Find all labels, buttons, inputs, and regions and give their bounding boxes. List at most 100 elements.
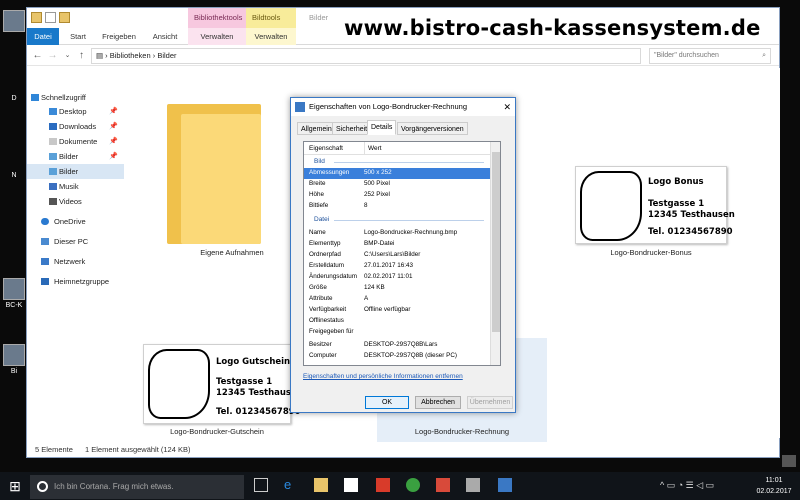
sidebar-item-this-pc[interactable]: Dieser PC [27,234,124,249]
status-bar: 5 Elemente 1 Element ausgewählt (124 KB) [27,441,779,458]
system-tray[interactable]: ^ ▭ ◔ ☰ ◁ ▭ [660,480,714,491]
file-label: Logo-Bondrucker-Rechnung [414,427,510,436]
logo-title: Logo Bonus [648,177,704,187]
breadcrumb-libraries[interactable]: Bibliotheken [110,51,151,60]
sidebar-item-onedrive[interactable]: OneDrive [27,214,124,229]
column-property[interactable]: Eigenschaft [309,142,343,155]
sidebar-item-documents[interactable]: Dokumente 📌 [27,134,124,149]
table-row[interactable]: Größe 124 KB [304,283,492,294]
forward-arrow-icon[interactable]: → [46,49,59,63]
sidebar-item-desktop[interactable]: Desktop 📌 [27,104,124,119]
table-row[interactable]: Offlinestatus [304,316,492,327]
table-row[interactable]: Breite 500 Pixel [304,179,492,190]
breadcrumb[interactable]: ▤ › Bibliotheken › Bilder [91,48,641,64]
logo-title: Logo Gutschein [216,357,291,367]
desktop-icon[interactable] [2,10,26,34]
table-row[interactable]: Höhe 252 Pixel [304,190,492,201]
desktop-icon[interactable]: BC-K [2,278,26,309]
app-icon[interactable] [376,478,390,492]
desktop-icon[interactable]: N [2,172,26,179]
windows-start-icon[interactable]: ⊞ [0,472,30,500]
table-row[interactable]: Verfügbarkeit Offline verfügbar [304,305,492,316]
app-icon[interactable] [436,478,450,492]
sidebar-item-network[interactable]: Netzwerk [27,254,124,269]
tab-view[interactable]: Ansicht [149,28,181,45]
apply-button[interactable]: Übernehmen [467,396,513,409]
task-view-icon[interactable] [254,478,268,492]
app-icon[interactable] [466,478,480,492]
computer-icon [41,238,49,245]
pin-icon[interactable]: 📌 [109,149,118,164]
pin-icon[interactable]: 📌 [109,134,118,149]
back-arrow-icon[interactable]: ← [31,49,44,63]
close-icon[interactable]: ✕ [503,98,511,116]
tab-security[interactable]: Sicherheit [332,122,372,135]
table-row[interactable]: Änderungsdatum 02.02.2017 11:01 [304,272,492,283]
table-row[interactable]: Bittiefe 8 [304,201,492,212]
cortana-search[interactable]: Ich bin Cortana. Frag mich etwas. [30,475,244,499]
sidebar-item-videos[interactable]: Videos [27,194,124,209]
properties-icon[interactable] [45,12,56,23]
table-row[interactable]: Name Logo-Bondrucker-Rechnung.bmp [304,228,492,239]
tab-share[interactable]: Freigeben [99,28,139,45]
pause-icon[interactable] [782,455,796,467]
chrome-icon[interactable] [406,478,420,492]
tab-general[interactable]: Allgemein [297,122,336,135]
pin-icon[interactable]: 📌 [109,104,118,119]
pin-icon[interactable]: 📌 [109,119,118,134]
file-logo-bonus[interactable]: Logo Bonus Testgasse 1 12345 Testhausen … [575,166,735,244]
table-row[interactable]: Attribute A [304,294,492,305]
star-icon [31,94,39,101]
column-value[interactable]: Wert [364,142,382,155]
breadcrumb-pictures[interactable]: Bilder [157,51,176,60]
table-row[interactable]: Elementtyp BMP-Datei [304,239,492,250]
folder-icon[interactable] [31,12,42,23]
tab-manage-picture[interactable]: Verwalten [246,28,296,45]
explorer-icon[interactable] [314,478,328,492]
status-selected: 1 Element ausgewählt (124 KB) [85,445,191,454]
ok-button[interactable]: OK [365,396,409,409]
tab-start[interactable]: Start [65,28,91,45]
tab-file[interactable]: Datei [27,28,59,45]
remove-properties-link[interactable]: Eigenschaften und persönliche Informatio… [303,373,463,380]
sidebar-item-homegroup[interactable]: Heimnetzgruppe [27,274,124,289]
sidebar-item-music[interactable]: Musik [27,179,124,194]
tab-manage-library[interactable]: Verwalten [188,28,246,45]
desktop-icon[interactable]: Bi [2,344,26,375]
table-row[interactable]: Computer DESKTOP-29S7Q8B (dieser PC) [304,351,492,362]
sidebar-item-quick-access[interactable]: Schnellzugriff [27,90,124,105]
new-folder-icon[interactable] [59,12,70,23]
table-row[interactable]: Abmessungen 500 x 252 [304,168,492,179]
sidebar-item-pictures[interactable]: Bilder 📌 [27,149,124,164]
chevron-down-icon[interactable]: ⌄ [61,49,74,63]
desktop-edge [780,0,800,472]
sidebar-item-pictures-library[interactable]: Bilder [27,164,124,179]
sidebar-item-downloads[interactable]: Downloads 📌 [27,119,124,134]
sidebar-item-label: OneDrive [54,217,86,226]
cancel-button[interactable]: Abbrechen [415,396,461,409]
sidebar-item-label: Schnellzugriff [41,93,86,102]
up-arrow-icon[interactable]: ↑ [75,49,88,63]
search-input[interactable]: "Bilder" durchsuchen ⌕ [649,48,771,64]
table-row[interactable]: Freigegeben für [304,327,492,338]
folder-eigene-aufnahmen[interactable] [167,104,261,254]
scrollbar[interactable] [490,142,500,365]
taskbar: ⊞ Ich bin Cortana. Frag mich etwas. e ^ … [0,472,800,500]
tab-previous-versions[interactable]: Vorgängerversionen [397,122,468,135]
photos-icon[interactable] [498,478,512,492]
sidebar-item-label: Videos [59,197,82,206]
navigation-pane: Schnellzugriff Desktop 📌 Downloads 📌 Dokum… [27,68,124,438]
tab-details[interactable]: Details [367,120,397,135]
table-row[interactable]: Erstelldatum 27.01.2017 16:43 [304,261,492,272]
desktop-icon[interactable]: D [2,95,26,102]
clock[interactable]: 11:01 02.02.2017 [752,475,796,497]
edge-icon[interactable]: e [284,478,298,492]
store-icon[interactable] [344,478,358,492]
file-logo-gutschein[interactable]: Logo Gutschein Testgasse 1 12345 Testhau… [143,344,303,424]
scrollbar-thumb[interactable] [492,152,500,332]
mascot-icon [580,171,642,241]
table-row[interactable]: Ordnerpfad C:\Users\Lars\Bilder [304,250,492,261]
file-label: Logo-Bondrucker-Gutschein [170,427,264,436]
table-row[interactable]: Besitzer DESKTOP-29S7Q8B\Lars [304,340,492,351]
clock-date: 02.02.2017 [756,488,792,495]
